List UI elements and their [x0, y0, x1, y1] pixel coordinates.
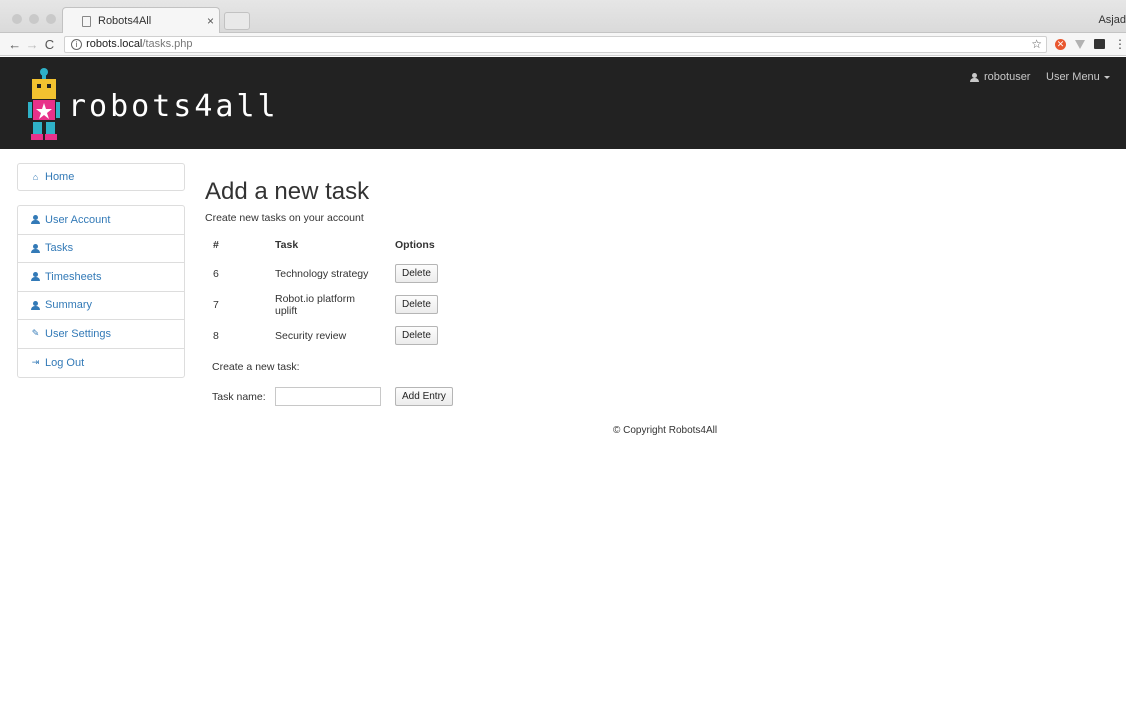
browser-menu-icon[interactable]: ⋮: [1114, 37, 1126, 51]
home-icon: ⌂: [32, 171, 39, 182]
task-name: Technology strategy: [275, 267, 369, 280]
maximize-window-button[interactable]: [46, 14, 56, 24]
task-name: Robot.io platform uplift: [275, 292, 355, 317]
user-menu-label: User Menu: [1046, 71, 1100, 83]
new-tab-button[interactable]: [224, 12, 250, 30]
reload-icon[interactable]: C: [41, 37, 58, 52]
close-tab-icon[interactable]: ×: [207, 14, 214, 28]
task-id: 8: [213, 329, 219, 342]
browser-tab-bar: Robots4All × Asjad: [0, 0, 1126, 33]
brand-name[interactable]: robots4all: [68, 89, 279, 124]
delete-task-button[interactable]: Delete: [395, 264, 438, 283]
page-subtitle: Create new tasks on your account: [205, 212, 364, 224]
info-icon[interactable]: i: [71, 38, 83, 50]
task-id: 7: [213, 298, 219, 311]
sidebar-item-label: User Settings: [45, 327, 112, 340]
minimize-window-button[interactable]: [29, 14, 39, 24]
address-bar[interactable]: i robots.local /tasks.php ☆: [64, 35, 1047, 53]
sidebar-item-timesheets[interactable]: Timesheets: [18, 263, 184, 292]
delete-task-button[interactable]: Delete: [395, 326, 438, 345]
sidebar-item-label: Tasks: [45, 242, 74, 255]
window-controls: [12, 14, 56, 24]
sidebar-item-user-account[interactable]: User Account: [18, 206, 184, 235]
sidebar-item-user-settings[interactable]: ✎ User Settings: [18, 320, 184, 349]
sidebar-item-tasks[interactable]: Tasks: [18, 235, 184, 263]
robot-logo-icon[interactable]: [28, 68, 60, 140]
username-label: robotuser: [984, 71, 1031, 83]
url-path: /tasks.php: [142, 38, 193, 50]
task-name: Security review: [275, 329, 347, 342]
user-icon: [31, 215, 40, 225]
edit-icon: ✎: [31, 328, 40, 339]
sidebar-menu: User Account Tasks Timesheets Summary ✎ …: [17, 205, 185, 378]
logout-icon: ⇥: [31, 357, 40, 368]
extensions-area: ✕ ⋮: [1055, 37, 1126, 51]
sidebar-item-label: Log Out: [45, 356, 85, 369]
sidebar-item-summary[interactable]: Summary: [18, 292, 184, 320]
user-icon: [31, 300, 40, 310]
caret-down-icon: [1103, 75, 1110, 79]
sidebar-item-label: User Account: [45, 213, 111, 226]
table-row: 7 Robot.io platform uplift Delete: [203, 289, 465, 320]
sidebar-item-home[interactable]: ⌂ Home: [18, 164, 184, 190]
column-header-task: Task: [275, 239, 299, 251]
task-id: 6: [213, 267, 219, 280]
browser-tab[interactable]: Robots4All ×: [70, 9, 220, 33]
user-icon: [31, 243, 40, 253]
user-icon: [970, 72, 979, 82]
extension-red-icon[interactable]: ✕: [1055, 38, 1066, 50]
table-header-row: # Task Options: [203, 232, 465, 258]
column-header-options: Options: [395, 239, 435, 251]
sidebar-item-label: Timesheets: [45, 270, 102, 283]
user-menu-dropdown[interactable]: User Menu: [1046, 71, 1110, 83]
extension-vue-icon[interactable]: [1075, 39, 1085, 49]
site-header: robots4all robotuser User Menu: [0, 57, 1126, 149]
browser-profile-name[interactable]: Asjad: [1098, 14, 1126, 26]
back-arrow-icon[interactable]: ←: [6, 37, 23, 52]
tasks-table: # Task Options 6 Technology strategy Del…: [203, 232, 465, 351]
page-icon: [82, 15, 91, 27]
user-icon: [31, 272, 40, 282]
table-row: 8 Security review Delete: [203, 320, 465, 351]
table-row: 6 Technology strategy Delete: [203, 258, 465, 289]
delete-task-button[interactable]: Delete: [395, 295, 438, 314]
extension-box-icon[interactable]: [1094, 39, 1105, 49]
page-title: Add a new task: [205, 178, 370, 205]
new-task-label: Create a new task:: [212, 361, 300, 373]
forward-arrow-icon[interactable]: →: [23, 37, 40, 52]
add-entry-button[interactable]: Add Entry: [395, 387, 453, 406]
close-window-button[interactable]: [12, 14, 22, 24]
nav-username[interactable]: robotuser: [970, 71, 1030, 83]
sidebar-item-log-out[interactable]: ⇥ Log Out: [18, 349, 184, 378]
task-name-label: Task name:: [212, 391, 266, 403]
browser-toolbar: ← → C i robots.local /tasks.php ☆ ✕ ⋮: [0, 33, 1126, 56]
bookmark-star-icon[interactable]: ☆: [1031, 37, 1042, 51]
sidebar-item-label: Summary: [45, 299, 93, 312]
sidebar-home-group: ⌂ Home: [17, 163, 185, 191]
footer-copyright: © Copyright Robots4All: [613, 425, 718, 436]
column-header-number: #: [213, 239, 219, 251]
task-name-input[interactable]: [275, 387, 381, 406]
url-host: robots.local: [86, 38, 143, 50]
sidebar-item-label: Home: [45, 171, 75, 183]
tab-title: Robots4All: [98, 15, 152, 27]
